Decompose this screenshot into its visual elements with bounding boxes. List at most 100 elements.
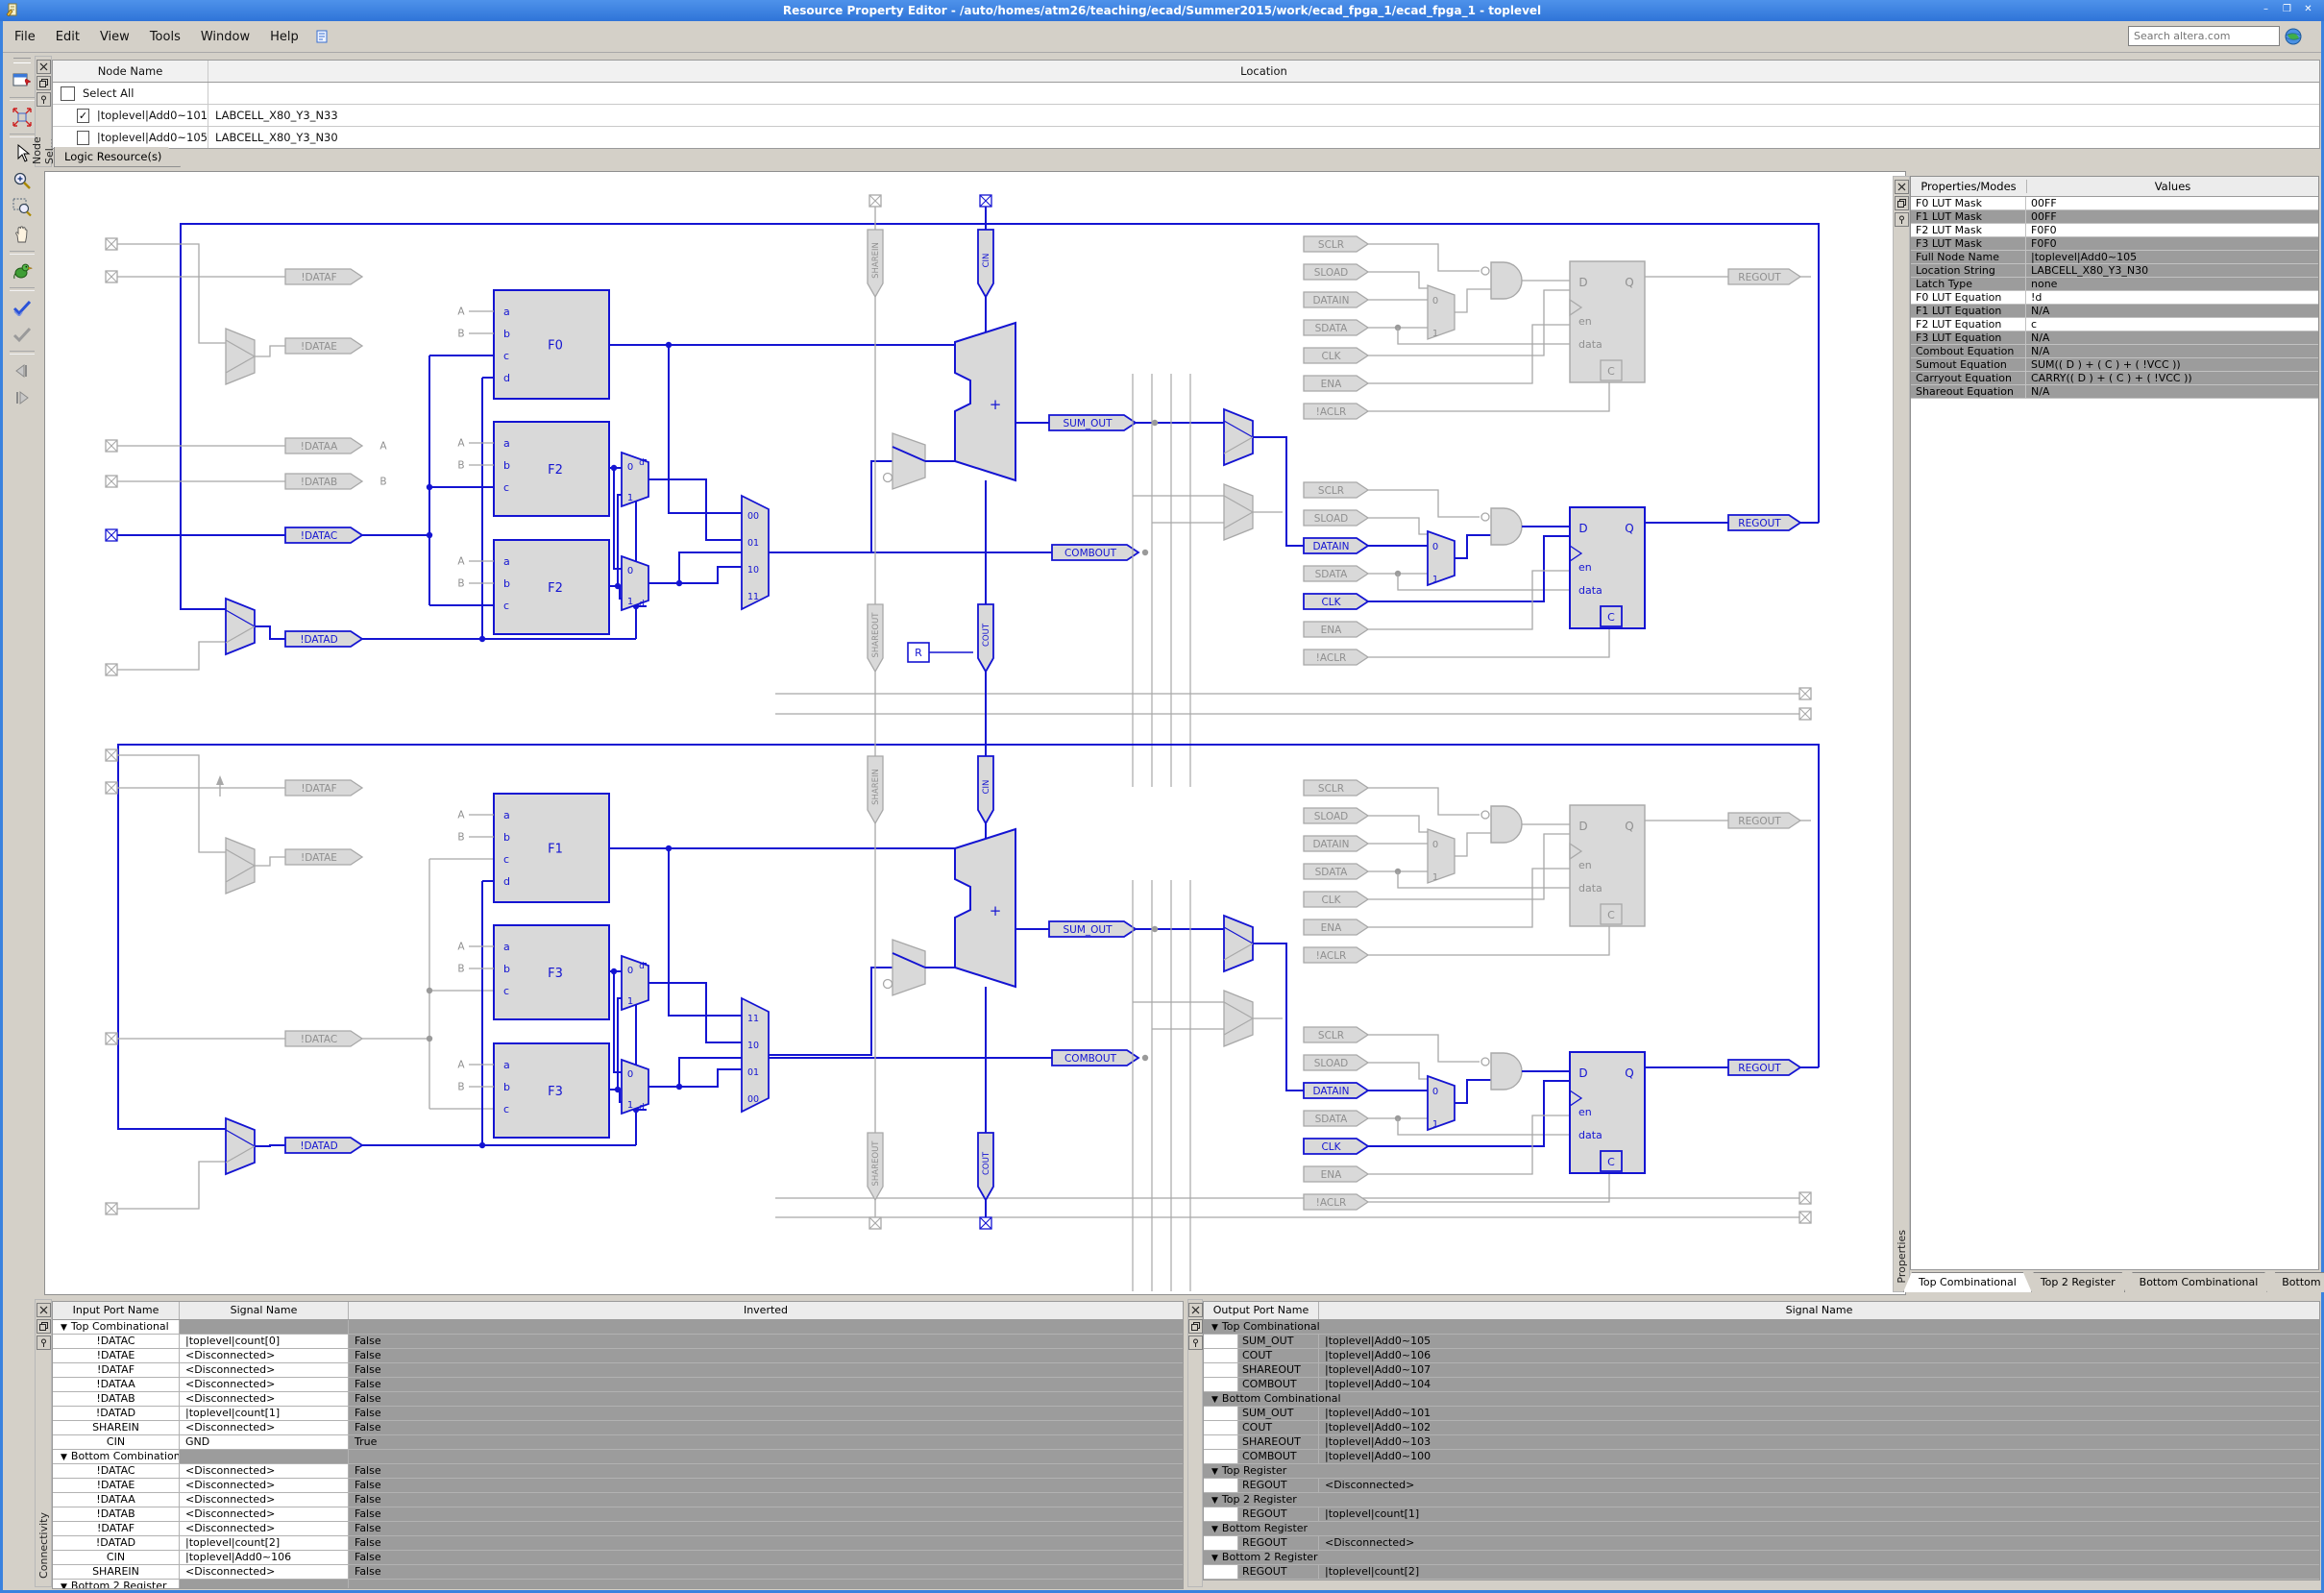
document-icon[interactable]: [315, 30, 329, 43]
input-inverted-value[interactable]: False: [349, 1551, 1183, 1564]
panel-pin-icon[interactable]: [1188, 1336, 1203, 1350]
property-value[interactable]: !d: [2026, 291, 2318, 304]
panel-close-icon[interactable]: [37, 1303, 51, 1317]
input-signal-name[interactable]: |toplevel|Add0~106: [180, 1551, 349, 1564]
input-inverted-value[interactable]: False: [349, 1349, 1183, 1362]
input-port-column-header[interactable]: Input Port Name: [53, 1302, 180, 1319]
tab-logic-resources[interactable]: Logic Resource(s): [54, 147, 181, 167]
output-signal-name[interactable]: |toplevel|Add0~107: [1319, 1363, 2319, 1377]
input-port-row[interactable]: !DATAA<Disconnected>False: [53, 1378, 1183, 1392]
zoom-tool-icon[interactable]: [8, 168, 37, 193]
close-button[interactable]: ✕: [2300, 3, 2316, 17]
property-value[interactable]: LABCELL_X80_Y3_N30: [2026, 264, 2318, 277]
input-signal-name[interactable]: |toplevel|count[2]: [180, 1536, 349, 1550]
output-group-row[interactable]: ▼Bottom 2 Register: [1204, 1551, 2319, 1565]
tab-top-2-register[interactable]: Top 2 Register: [2025, 1272, 2131, 1292]
values-column-header[interactable]: Values: [2027, 180, 2318, 193]
panel-pin-icon[interactable]: [1895, 212, 1909, 227]
output-port-row[interactable]: REGOUT|toplevel|count[1]: [1204, 1507, 2319, 1522]
input-port-row[interactable]: !DATAB<Disconnected>False: [53, 1392, 1183, 1407]
output-port-row[interactable]: SHAREOUT|toplevel|Add0~103: [1204, 1435, 2319, 1450]
next-node-icon[interactable]: [8, 385, 37, 410]
panel-float-icon[interactable]: [1188, 1319, 1203, 1334]
output-port-row[interactable]: REGOUT<Disconnected>: [1204, 1479, 2319, 1493]
input-port-row[interactable]: !DATAC<Disconnected>False: [53, 1464, 1183, 1479]
tab-bottom[interactable]: Bottom: [2266, 1272, 2324, 1292]
menu-file[interactable]: File: [6, 27, 44, 47]
input-signal-name[interactable]: <Disconnected>: [180, 1522, 349, 1535]
output-port-row[interactable]: REGOUT|toplevel|count[2]: [1204, 1565, 2319, 1580]
input-port-row[interactable]: CINGNDTrue: [53, 1435, 1183, 1450]
output-port-row[interactable]: COUT|toplevel|Add0~106: [1204, 1349, 2319, 1363]
input-signal-name[interactable]: <Disconnected>: [180, 1349, 349, 1362]
toolbar-grip[interactable]: [13, 58, 31, 63]
input-group-row[interactable]: ▼Bottom 2 Register: [53, 1580, 1183, 1589]
input-group-row[interactable]: ▼Top Combinational: [53, 1320, 1183, 1335]
input-port-row[interactable]: !DATAE<Disconnected>False: [53, 1479, 1183, 1493]
detach-window-icon[interactable]: [8, 68, 37, 93]
input-signal-name[interactable]: <Disconnected>: [180, 1479, 349, 1492]
and-gate[interactable]: [1491, 1053, 1522, 1090]
node-row[interactable]: ✓|toplevel|Add0~101LABCELL_X80_Y3_N33: [53, 105, 2319, 127]
output-signal-name[interactable]: |toplevel|Add0~104: [1319, 1378, 2319, 1391]
routing-mux[interactable]: [226, 329, 255, 384]
menu-edit[interactable]: Edit: [47, 27, 88, 47]
adder[interactable]: [955, 323, 1015, 480]
node-checkbox[interactable]: ✓: [77, 109, 89, 123]
property-value[interactable]: none: [2026, 278, 2318, 290]
node-name-column-header[interactable]: Node Name: [53, 61, 208, 82]
inverted-column-header[interactable]: Inverted: [349, 1302, 1183, 1319]
property-value[interactable]: F0F0: [2026, 237, 2318, 250]
properties-column-header[interactable]: Properties/Modes: [1911, 180, 2027, 193]
output-group-row[interactable]: ▼Bottom Register: [1204, 1522, 2319, 1536]
input-port-row[interactable]: !DATAD|toplevel|count[2]False: [53, 1536, 1183, 1551]
panel-close-icon[interactable]: [1895, 180, 1909, 194]
routing-mux[interactable]: [1224, 916, 1253, 971]
panel-pin-icon[interactable]: [37, 1336, 51, 1350]
menu-tools[interactable]: Tools: [141, 27, 189, 47]
input-port-row[interactable]: !DATAC|toplevel|count[0]False: [53, 1335, 1183, 1349]
routing-mux[interactable]: [226, 838, 255, 894]
input-inverted-value[interactable]: True: [349, 1435, 1183, 1449]
input-port-row[interactable]: !DATAF<Disconnected>False: [53, 1363, 1183, 1378]
output-group-row[interactable]: ▼Bottom Combinational: [1204, 1392, 2319, 1407]
panel-close-icon[interactable]: [37, 60, 51, 74]
output-signal-name[interactable]: |toplevel|Add0~101: [1319, 1407, 2319, 1420]
panel-float-icon[interactable]: [1895, 196, 1909, 210]
output-signal-name[interactable]: |toplevel|Add0~105: [1319, 1335, 2319, 1348]
panel-float-icon[interactable]: [37, 1319, 51, 1334]
input-group-row[interactable]: ▼Bottom Combinational: [53, 1450, 1183, 1464]
input-inverted-value[interactable]: False: [349, 1378, 1183, 1391]
panel-pin-icon[interactable]: [37, 92, 51, 107]
adder[interactable]: [955, 829, 1015, 987]
input-port-row[interactable]: !DATAF<Disconnected>False: [53, 1522, 1183, 1536]
input-signal-name[interactable]: <Disconnected>: [180, 1378, 349, 1391]
input-signal-name[interactable]: <Disconnected>: [180, 1493, 349, 1507]
input-signal-name[interactable]: <Disconnected>: [180, 1392, 349, 1406]
output-port-row[interactable]: COMBOUT|toplevel|Add0~104: [1204, 1378, 2319, 1392]
input-signal-name[interactable]: <Disconnected>: [180, 1464, 349, 1478]
input-port-row[interactable]: SHAREIN<Disconnected>False: [53, 1565, 1183, 1580]
input-port-row[interactable]: CIN|toplevel|Add0~106False: [53, 1551, 1183, 1565]
property-value[interactable]: N/A: [2026, 331, 2318, 344]
and-gate[interactable]: [1491, 262, 1522, 299]
input-inverted-value[interactable]: False: [349, 1565, 1183, 1579]
output-group-row[interactable]: ▼Top Register: [1204, 1464, 2319, 1479]
panel-close-icon[interactable]: [1188, 1303, 1203, 1317]
property-value[interactable]: |toplevel|Add0~105: [2026, 251, 2318, 263]
input-inverted-value[interactable]: False: [349, 1522, 1183, 1535]
menu-help[interactable]: Help: [261, 27, 307, 47]
input-inverted-value[interactable]: False: [349, 1507, 1183, 1521]
output-signal-name[interactable]: |toplevel|count[2]: [1319, 1565, 2319, 1579]
input-inverted-value[interactable]: False: [349, 1335, 1183, 1348]
output-signal-name[interactable]: |toplevel|Add0~106: [1319, 1349, 2319, 1362]
zoom-selection-icon[interactable]: [8, 195, 37, 220]
output-port-row[interactable]: SUM_OUT|toplevel|Add0~105: [1204, 1335, 2319, 1349]
bird-tool-icon[interactable]: [8, 258, 37, 283]
output-port-row[interactable]: SUM_OUT|toplevel|Add0~101: [1204, 1407, 2319, 1421]
menu-view[interactable]: View: [91, 27, 138, 47]
maximize-button[interactable]: ❒: [2279, 3, 2295, 17]
output-signal-name[interactable]: <Disconnected>: [1319, 1536, 2319, 1550]
location-column-header[interactable]: Location: [208, 64, 2319, 78]
property-value[interactable]: 00FF: [2026, 210, 2318, 223]
